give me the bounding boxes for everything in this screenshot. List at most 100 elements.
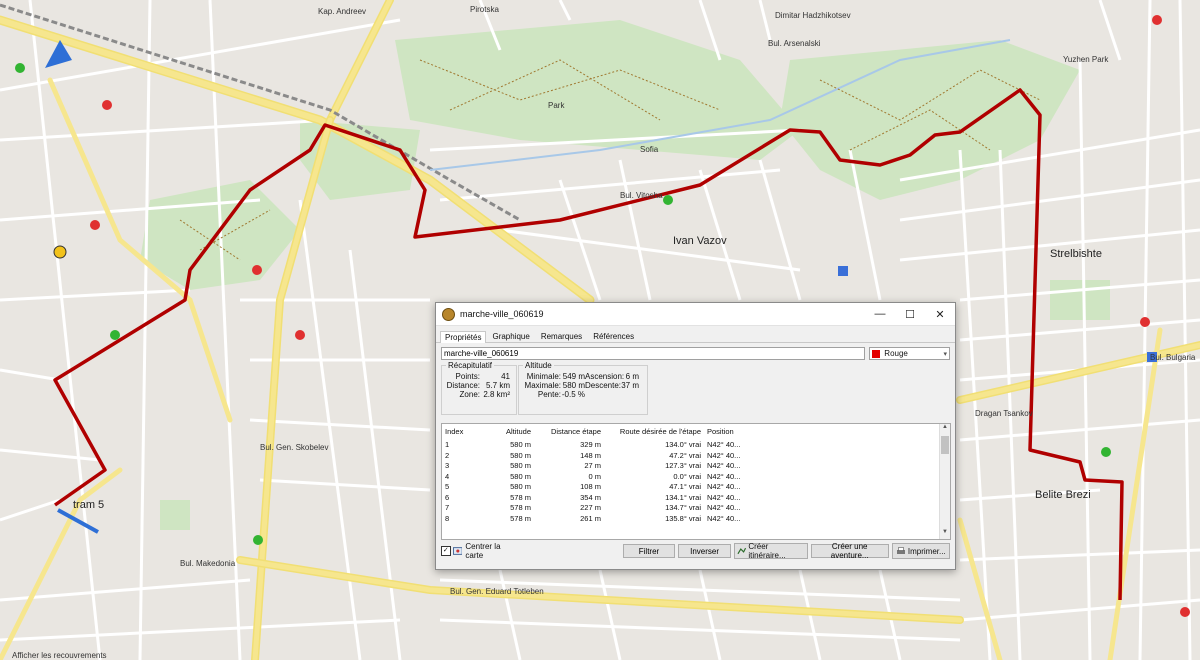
table-row[interactable]: 4 580 m 0 m 0.0° vrai N42° 40...	[442, 472, 937, 483]
reverse-button[interactable]: Inverser	[678, 544, 731, 558]
zone-label: Zone:	[459, 390, 480, 399]
dialog-title: marche-ville_060619	[460, 309, 544, 319]
create-adventure-button[interactable]: Créer une aventure...	[810, 542, 889, 560]
table-cell: 580 m	[510, 461, 531, 471]
summary-box: Récapitulatif Points: 41 Distance: 5.7 k…	[441, 361, 517, 415]
table-cell: N42° 40...	[707, 450, 741, 460]
svg-text:Bul. Makedonia: Bul. Makedonia	[180, 559, 236, 568]
table-cell: N42° 40...	[707, 503, 741, 513]
svg-text:Bul. Gen. Skobelev: Bul. Gen. Skobelev	[260, 443, 328, 452]
checkbox-checked-icon[interactable]: ✓	[441, 546, 451, 556]
print-button[interactable]: Imprimer...	[891, 543, 950, 559]
table-cell: 134.0° vrai	[665, 440, 701, 450]
center-map-icon	[452, 547, 463, 555]
distance-label: Distance:	[446, 381, 480, 390]
table-row[interactable]: 5 580 m 108 m 47.1° vrai N42° 40...	[442, 482, 937, 493]
table-cell: N42° 40...	[707, 471, 741, 481]
table-cell: 227 m	[580, 503, 601, 513]
table-header-row: Index Altitude Distance étape Route dési…	[442, 424, 937, 440]
center-map-checkbox[interactable]: ✓ Centrer la carte	[441, 542, 519, 560]
tab-properties[interactable]: Propriétés	[440, 331, 487, 343]
tab-notes[interactable]: Remarques	[536, 330, 587, 342]
table-cell: N42° 40...	[707, 440, 741, 450]
column-header-course[interactable]: Route désirée de l'étape	[604, 424, 704, 440]
minimize-icon[interactable]: —	[865, 308, 895, 320]
track-points-table[interactable]: Index Altitude Distance étape Route dési…	[441, 423, 951, 540]
print-label: Imprimer...	[907, 546, 946, 556]
table-scrollbar[interactable]: ▲ ▼	[939, 424, 950, 539]
table-cell: N42° 40...	[707, 513, 741, 523]
tab-graph[interactable]: Graphique	[487, 330, 534, 342]
scroll-down-icon[interactable]: ▼	[940, 529, 950, 539]
table-cell: 27 m	[584, 461, 601, 471]
table-row[interactable]: 2 580 m 148 m 47.2° vrai N42° 40...	[442, 451, 937, 462]
altitude-min-value: 549 m	[562, 372, 585, 381]
table-cell: 8	[445, 513, 450, 523]
table-row[interactable]: 8 578 m 261 m 135.8° vrai N42° 40...	[442, 514, 937, 525]
create-route-label: Créer itinéraire...	[748, 542, 786, 560]
points-value: 41	[501, 372, 510, 381]
table-cell: N42° 40...	[707, 492, 741, 502]
scroll-up-icon[interactable]: ▲	[940, 424, 950, 434]
column-header-distance[interactable]: Distance étape	[534, 424, 604, 440]
table-cell: 134.7° vrai	[665, 503, 701, 513]
svg-text:Bul. Arsenalski: Bul. Arsenalski	[768, 39, 821, 48]
table-cell: 134.1° vrai	[665, 492, 701, 502]
route-icon	[737, 547, 746, 555]
table-cell: 47.2° vrai	[669, 450, 701, 460]
table-cell: 2	[445, 450, 450, 460]
tab-references[interactable]: Références	[588, 330, 639, 342]
table-cell: 47.1° vrai	[669, 482, 701, 492]
color-swatch	[872, 349, 881, 358]
svg-text:Kap. Andreev: Kap. Andreev	[318, 7, 366, 16]
table-cell: 135.8° vrai	[665, 513, 701, 523]
center-map-label: Centrer la carte	[465, 542, 501, 560]
close-icon[interactable]: ✕	[925, 308, 955, 321]
table-cell: 578 m	[510, 503, 531, 513]
column-header-altitude[interactable]: Altitude	[486, 424, 534, 440]
table-cell: 0.0° vrai	[673, 471, 701, 481]
altitude-min-label: Minimale:	[526, 372, 561, 381]
column-header-index[interactable]: Index	[442, 424, 486, 440]
table-cell: 578 m	[510, 513, 531, 523]
svg-text:tram 5: tram 5	[73, 499, 104, 511]
filter-button[interactable]: Filtrer	[622, 544, 676, 558]
svg-text:Sofia: Sofia	[640, 145, 659, 154]
altitude-legend: Altitude	[525, 361, 552, 370]
table-cell: 354 m	[580, 492, 601, 502]
slope-label: Pente:	[537, 390, 561, 399]
svg-text:Dimitar Hadzhikotsev: Dimitar Hadzhikotsev	[775, 11, 851, 20]
track-name-input[interactable]	[441, 347, 866, 360]
table-row[interactable]: 3 580 m 27 m 127.3° vrai N42° 40...	[442, 461, 937, 472]
table-row[interactable]: 6 578 m 354 m 134.1° vrai N42° 40...	[442, 493, 937, 504]
table-cell: 6	[445, 492, 450, 502]
svg-text:Yuzhen Park: Yuzhen Park	[1063, 55, 1109, 64]
svg-text:Belite Brezi: Belite Brezi	[1035, 489, 1091, 501]
svg-text:Dragan Tsankov: Dragan Tsankov	[975, 409, 1033, 418]
zone-value: 2.8 km²	[483, 390, 510, 399]
scroll-thumb[interactable]	[941, 436, 949, 454]
maximize-icon[interactable]: ☐	[895, 308, 925, 321]
altitude-box: Altitude Minimale: 549 m Ascension: 6 m …	[518, 361, 648, 415]
distance-value: 5.7 km	[485, 381, 510, 390]
table-cell: 578 m	[510, 492, 531, 502]
table-cell: 580 m	[510, 482, 531, 492]
color-label: Rouge	[884, 349, 908, 358]
color-dropdown[interactable]: Rouge ▾	[869, 347, 950, 360]
svg-text:Pirotska: Pirotska	[470, 5, 499, 14]
chevron-down-icon: ▾	[943, 350, 947, 358]
table-cell: N42° 40...	[707, 461, 741, 471]
table-cell: 329 m	[580, 440, 601, 450]
table-cell: N42° 40...	[707, 482, 741, 492]
table-row[interactable]: 7 578 m 227 m 134.7° vrai N42° 40...	[442, 503, 937, 514]
svg-text:Ivan Vazov: Ivan Vazov	[673, 235, 727, 247]
table-row[interactable]: 1 580 m 329 m 134.0° vrai N42° 40...	[442, 440, 937, 451]
altitude-max-value: 580 m	[562, 381, 585, 390]
table-cell: 108 m	[580, 482, 601, 492]
dialog-tabs: Propriétés Graphique Remarques Référence…	[436, 326, 955, 343]
table-cell: 127.3° vrai	[665, 461, 701, 471]
create-route-button[interactable]: Créer itinéraire...	[733, 542, 808, 560]
table-cell: 580 m	[510, 450, 531, 460]
dialog-titlebar[interactable]: marche-ville_060619 — ☐ ✕	[436, 303, 955, 326]
column-header-position[interactable]: Position	[704, 424, 750, 440]
